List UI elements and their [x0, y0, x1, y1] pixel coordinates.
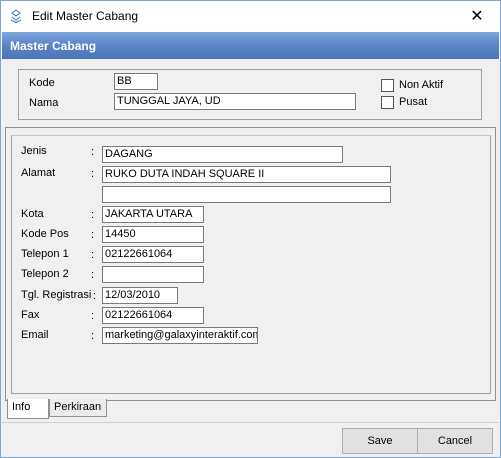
telepon-1-field[interactable]: 02122661064 [102, 246, 204, 263]
non-aktif-checkbox[interactable] [381, 79, 394, 92]
colon: : [91, 330, 95, 342]
cancel-button[interactable]: Cancel [417, 428, 493, 454]
field-label-kota: Kota [21, 208, 44, 220]
colon: : [91, 168, 95, 180]
window-title: Edit Master Cabang [32, 9, 139, 23]
colon: : [91, 209, 95, 221]
title-bar: Edit Master Cabang ✕ [1, 1, 500, 32]
colon: : [91, 310, 95, 322]
non-aktif-label: Non Aktif [399, 79, 444, 91]
colon: : [93, 290, 97, 302]
alamat-field-line2[interactable] [102, 186, 391, 203]
tab-content-panel: Jenis : DAGANG Alamat : RUKO DUTA INDAH … [5, 127, 496, 401]
section-header: Master Cabang [2, 32, 499, 59]
tab-info[interactable]: Info [7, 399, 49, 419]
save-button[interactable]: Save [342, 428, 418, 454]
field-label-kode-pos: Kode Pos [21, 228, 69, 240]
nama-field[interactable]: TUNGGAL JAYA, UD [114, 93, 356, 110]
colon: : [91, 229, 95, 241]
nama-label: Nama [29, 97, 59, 109]
field-label-jenis: Jenis [21, 145, 47, 157]
telepon-2-field[interactable] [102, 266, 204, 283]
kode-pos-field[interactable]: 14450 [102, 226, 204, 243]
field-label-telepon-2: Telepon 2 [21, 268, 69, 280]
jenis-field[interactable]: DAGANG [102, 146, 343, 163]
fax-field[interactable]: 02122661064 [102, 307, 204, 324]
identity-group: Kode BB Nama TUNGGAL JAYA, UD Non Aktif … [18, 69, 482, 120]
info-form: Jenis : DAGANG Alamat : RUKO DUTA INDAH … [11, 135, 491, 394]
colon: : [91, 146, 95, 158]
email-field[interactable]: marketing@galaxyinteraktif.com [102, 327, 258, 344]
close-icon: ✕ [470, 8, 484, 25]
kota-field[interactable]: JAKARTA UTARA [102, 206, 204, 223]
kode-label: Kode [29, 77, 55, 89]
field-label-telepon-1: Telepon 1 [21, 248, 69, 260]
field-label-tgl-registrasi: Tgl. Registrasi [21, 289, 92, 301]
field-label-email: Email [21, 329, 49, 341]
colon: : [91, 269, 95, 281]
tab-info-label: Info [12, 401, 31, 413]
pusat-label: Pusat [399, 96, 428, 108]
field-label-fax: Fax [21, 309, 40, 321]
tab-perkiraan[interactable]: Perkiraan [49, 399, 107, 417]
tgl-registrasi-field[interactable]: 12/03/2010 [102, 287, 178, 304]
edit-master-cabang-window: Edit Master Cabang ✕ Master Cabang Kode … [0, 0, 501, 458]
pusat-checkbox[interactable] [381, 96, 394, 109]
section-header-title: Master Cabang [10, 39, 97, 53]
tab-perkiraan-label: Perkiraan [54, 401, 102, 413]
close-button[interactable]: ✕ [454, 1, 500, 31]
field-label-alamat: Alamat [21, 167, 56, 179]
alamat-field-line1[interactable]: RUKO DUTA INDAH SQUARE II [102, 166, 391, 183]
divider [2, 422, 499, 423]
colon: : [91, 249, 95, 261]
app-icon [10, 9, 22, 23]
kode-field[interactable]: BB [114, 73, 158, 90]
